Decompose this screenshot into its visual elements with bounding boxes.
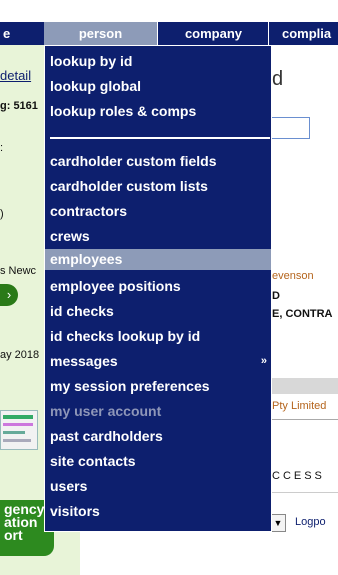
tab-company[interactable]: company	[159, 22, 269, 45]
name-link-fragment[interactable]: evenson	[272, 270, 314, 282]
menu-item-contractors[interactable]: contractors	[45, 199, 271, 224]
search-input[interactable]	[270, 117, 310, 139]
nav-fragment-left[interactable]: e	[0, 22, 44, 45]
d-fragment-text: D	[272, 290, 280, 302]
document-thumbnail[interactable]	[0, 410, 38, 450]
thumbnail-line	[3, 423, 33, 426]
menu-item-lookup-global[interactable]: lookup global	[45, 74, 271, 99]
menu-item-my-user-account: my user account	[50, 403, 162, 419]
menu-item-visitors[interactable]: visitors	[45, 499, 271, 524]
thumbnail-line	[3, 439, 31, 442]
menu-item-my-session-preferences[interactable]: my session preferences	[45, 374, 271, 399]
person-dropdown-menu: lookup by id lookup global lookup roles …	[44, 45, 272, 532]
menu-item-messages[interactable]: messages »	[45, 349, 271, 374]
access-fragment-text: CCESS	[272, 470, 325, 482]
menu-separator	[50, 137, 270, 139]
select-dropdown-arrow[interactable]: ▼	[270, 514, 286, 532]
top-nav-bar: e person company complia	[0, 22, 338, 45]
divider	[270, 492, 338, 493]
menu-item-site-contacts[interactable]: site contacts	[45, 449, 271, 474]
menu-item-employees[interactable]: employees	[45, 249, 271, 270]
tab-person[interactable]: person	[44, 22, 158, 45]
menu-item-past-cardholders[interactable]: past cardholders	[45, 424, 271, 449]
menu-item-cardholder-custom-lists[interactable]: cardholder custom lists	[45, 174, 271, 199]
table-header-bar	[270, 378, 338, 394]
tab-compliance[interactable]: complia	[270, 22, 338, 45]
menu-item-crews[interactable]: crews	[45, 224, 271, 249]
company-link-fragment[interactable]: Pty Limited	[272, 400, 326, 412]
paren-fragment-text: )	[0, 208, 4, 220]
menu-item-id-checks[interactable]: id checks	[45, 299, 271, 324]
thumbnail-line	[3, 415, 33, 419]
menu-item-cardholder-custom-fields[interactable]: cardholder custom fields	[45, 149, 271, 174]
divider	[270, 419, 338, 420]
menu-item-messages-label: messages	[50, 353, 118, 369]
location-fragment-text: s Newc	[0, 265, 37, 277]
date-fragment-text: ay 2018	[0, 349, 40, 361]
detail-link[interactable]: detail	[0, 68, 31, 83]
menu-item-lookup-roles-comps[interactable]: lookup roles & comps	[45, 99, 271, 124]
submenu-arrow-icon: »	[260, 355, 267, 367]
menu-item-users[interactable]: users	[45, 474, 271, 499]
green-button-label: gency ation ort	[4, 501, 45, 543]
thumbnail-line	[3, 431, 25, 434]
menu-item-id-checks-lookup-by-id[interactable]: id checks lookup by id	[45, 324, 271, 349]
contractor-fragment-text: E, CONTRA	[272, 308, 333, 320]
menu-item-employee-positions[interactable]: employee positions	[45, 274, 271, 299]
heading-fragment: d	[272, 68, 284, 90]
id-fragment-text: g: 5161	[0, 100, 38, 112]
colon-fragment-text: :	[0, 142, 4, 154]
logpoint-link-fragment[interactable]: Logpo	[295, 516, 326, 528]
menu-item-lookup-by-id[interactable]: lookup by id	[45, 49, 271, 74]
